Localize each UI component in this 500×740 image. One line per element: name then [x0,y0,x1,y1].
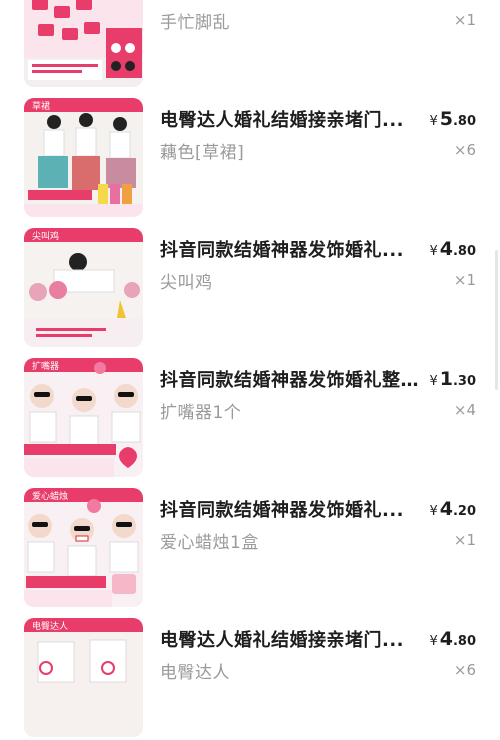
product-thumbnail[interactable]: 尖叫鸡 [24,228,143,347]
product-spec: 电臀达人 [160,663,230,683]
currency-symbol: ¥ [429,634,438,649]
product-price: ¥1.30 [429,368,476,390]
product-title[interactable]: 电臀达人婚礼结婚接亲堵门... [160,626,422,652]
product-thumbnail[interactable]: 电臀达人 [24,618,143,737]
price-integer: 5 [439,108,453,130]
order-item[interactable]: 电臀达人 电臀达人婚礼结婚接亲堵门... 电臀达人 ¥4.80 ×6 [0,610,500,740]
price-integer: 4 [439,628,453,650]
product-title[interactable]: 抖音同款结婚神器发饰婚礼... [160,236,422,262]
thumb-caption: 草裙 [32,100,50,112]
product-quantity: ×1 [453,271,476,289]
order-item-list: 手忙脚乱 ×1 草裙 电臀达人婚礼结婚接亲堵门... 藕色[草裙] ¥ 5.80… [0,0,500,740]
product-quantity: ×6 [453,661,476,679]
product-thumbnail[interactable]: 草裙 [24,98,143,217]
product-title[interactable]: 电臀达人婚礼结婚接亲堵门... [160,106,422,132]
product-price: ¥4.80 [429,238,476,260]
product-title[interactable]: 抖音同款结婚神器发饰婚礼整... [160,366,422,392]
price-integer: 1 [439,368,453,390]
currency-symbol: ¥ [429,244,438,259]
thumb-caption: 电臀达人 [32,620,68,632]
currency-symbol: ¥ [429,504,438,519]
product-spec: 爱心蜡烛1盒 [160,533,259,553]
product-spec: 尖叫鸡 [160,273,213,293]
price-decimal: .20 [452,504,476,519]
product-thumbnail[interactable] [24,0,143,87]
thumb-caption: 扩嘴器 [32,360,59,372]
thumb-caption: 爱心蜡烛 [32,490,68,502]
price-integer: 4 [439,238,453,260]
product-quantity: ×6 [453,141,476,159]
price-decimal: .80 [452,634,476,649]
thumb-caption: 尖叫鸡 [32,230,59,242]
product-thumbnail[interactable]: 爱心蜡烛 [24,488,143,607]
price-decimal: .80 [452,114,476,129]
product-quantity: ×1 [453,531,476,549]
price-decimal: .30 [452,374,476,389]
order-item[interactable]: 草裙 电臀达人婚礼结婚接亲堵门... 藕色[草裙] ¥5.80 ×6 [0,90,500,220]
product-title[interactable]: 抖音同款结婚神器发饰婚礼... [160,496,422,522]
product-quantity: ×1 [453,11,476,29]
scrollbar[interactable] [495,250,498,390]
product-price: ¥5.80 [429,108,476,130]
product-quantity: ×4 [453,401,476,419]
order-item[interactable]: 手忙脚乱 ×1 [0,0,500,90]
order-item[interactable]: 尖叫鸡 抖音同款结婚神器发饰婚礼... 尖叫鸡 ¥4.80 ×1 [0,220,500,350]
currency-symbol: ¥ [429,114,438,129]
currency-symbol: ¥ [429,374,438,389]
product-price: ¥4.20 [429,498,476,520]
product-price: ¥4.80 [429,628,476,650]
price-integer: 4 [439,498,453,520]
price-decimal: .80 [452,244,476,259]
product-thumbnail[interactable]: 扩嘴器 [24,358,143,477]
order-item[interactable]: 扩嘴器 抖音同款结婚神器发饰婚礼整... 扩嘴器1个 ¥1.30 ×4 [0,350,500,480]
product-spec: 扩嘴器1个 [160,403,242,423]
order-item[interactable]: 爱心蜡烛 抖音同款结婚神器发饰婚礼... 爱心蜡烛1盒 ¥4.20 ×1 [0,480,500,610]
product-spec: 手忙脚乱 [160,13,230,33]
product-spec: 藕色[草裙] [160,143,245,163]
